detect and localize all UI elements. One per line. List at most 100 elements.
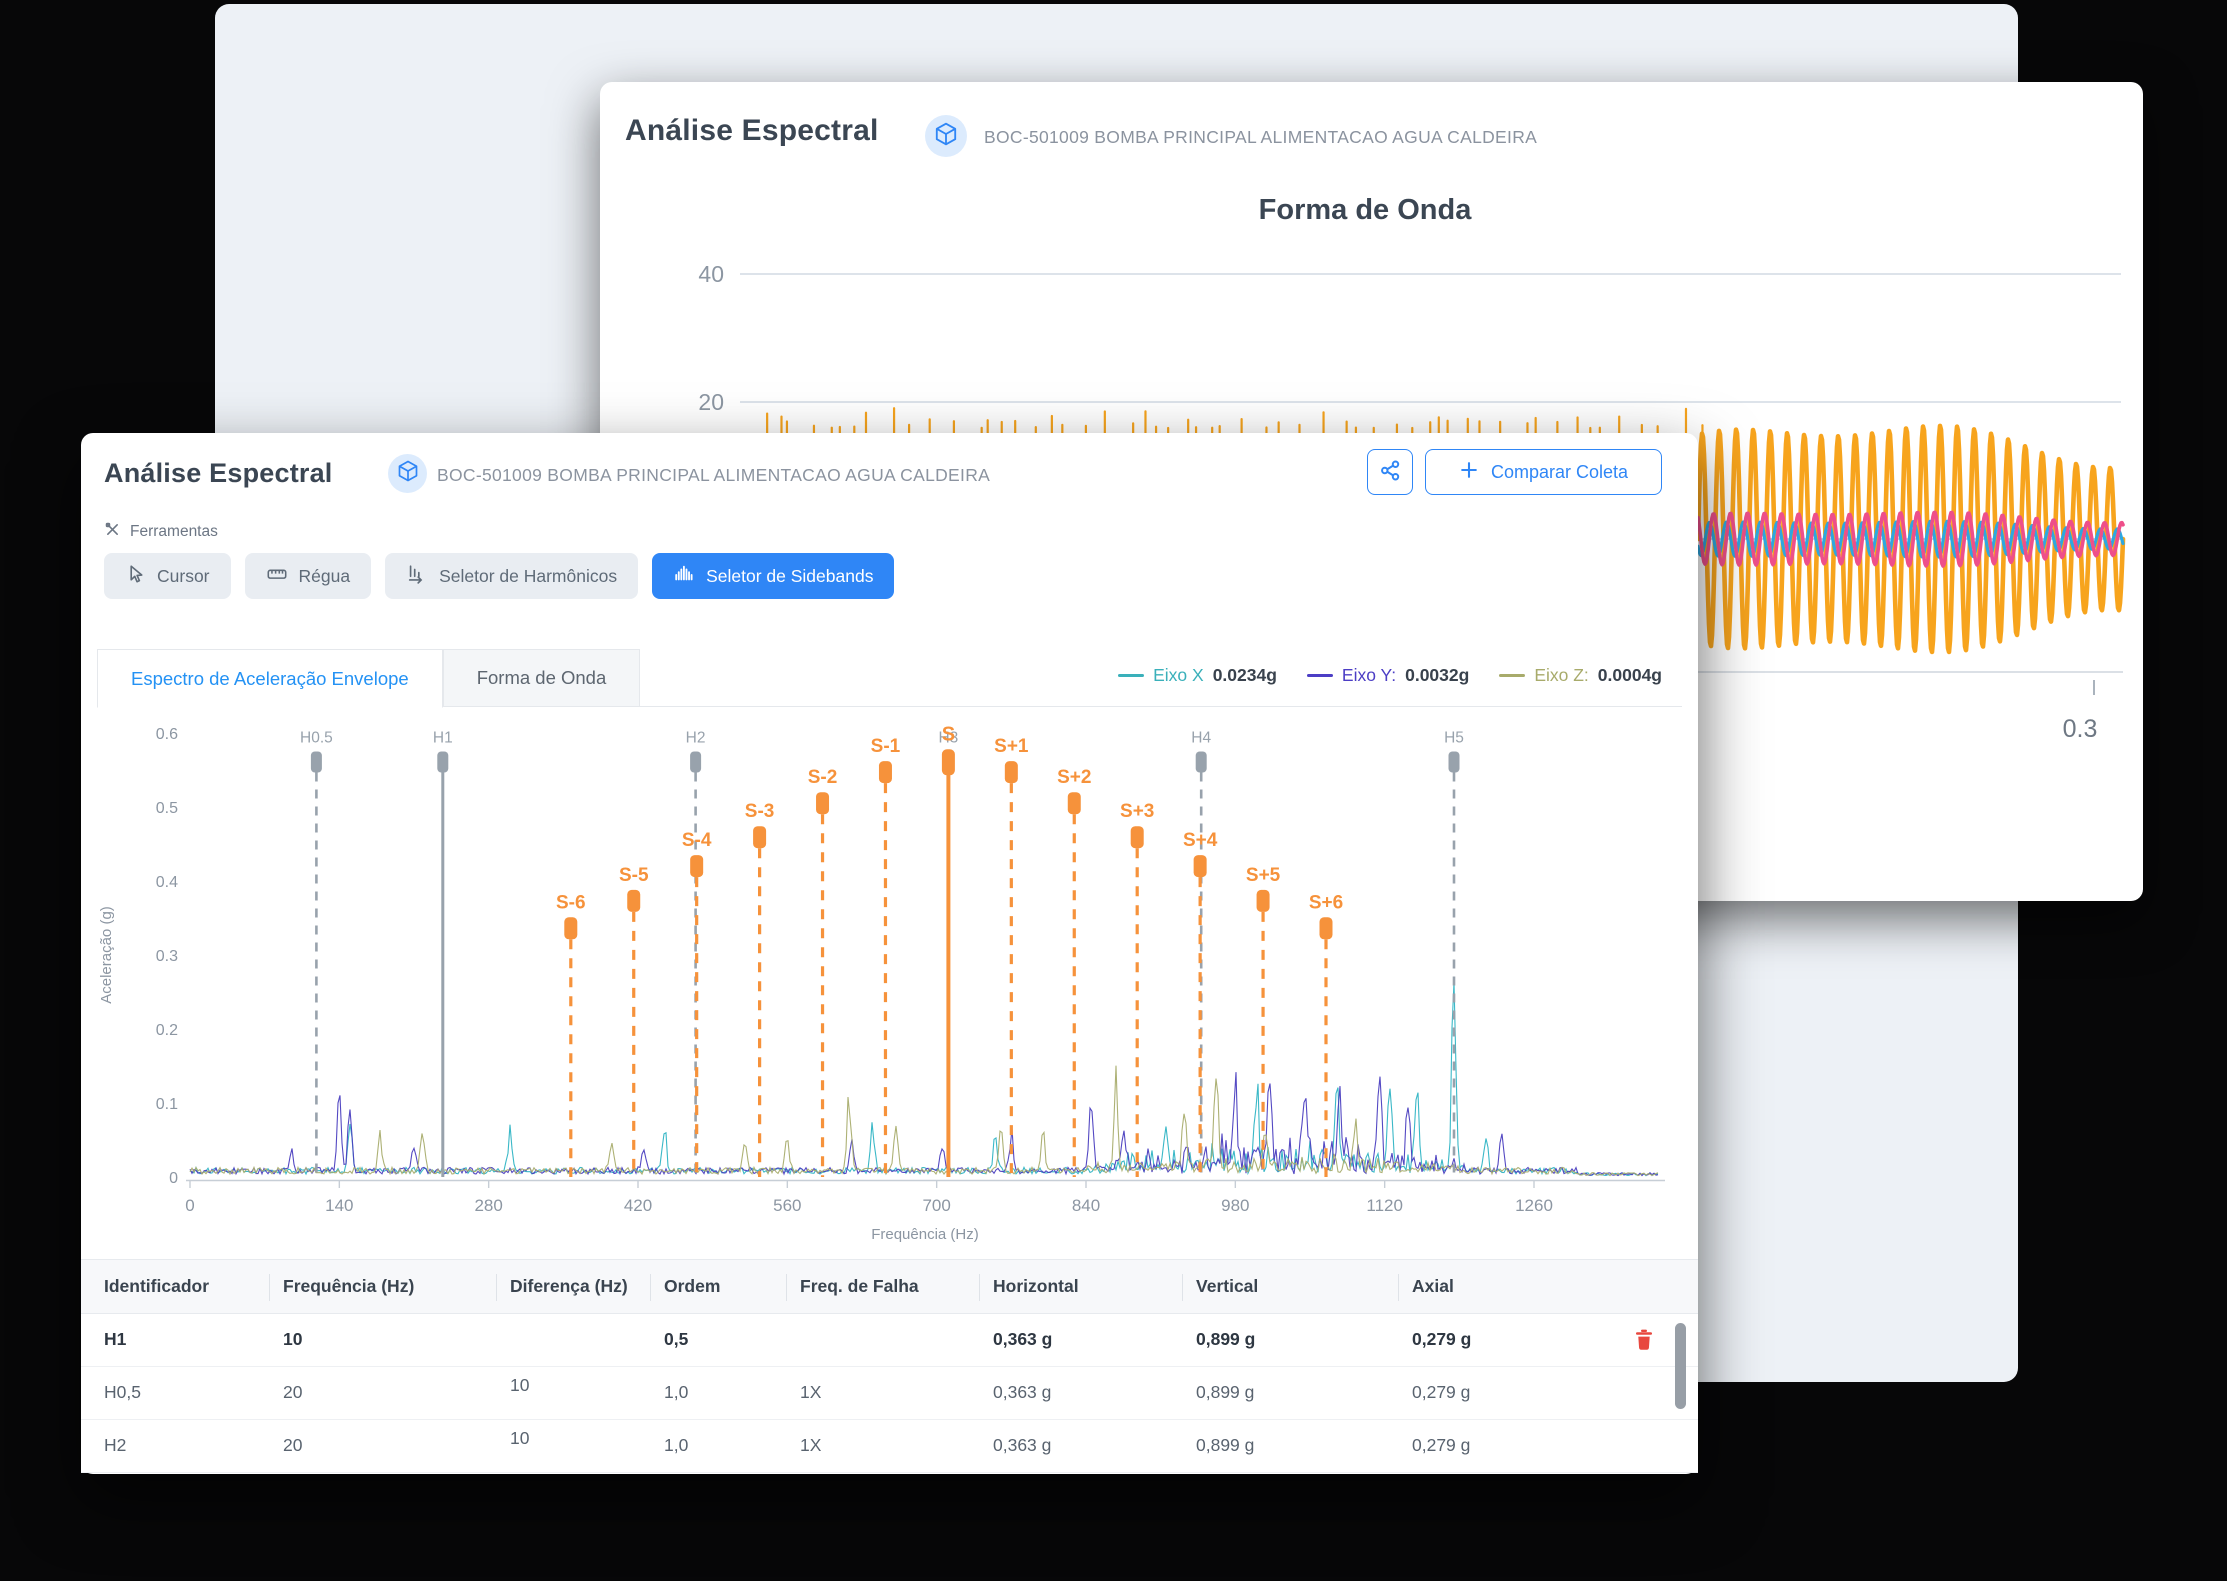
cell-5: 0,363 g: [993, 1435, 1052, 1455]
table-row-h1[interactable]: H1 10 0,5 0,363 g 0,899 g 0,279 g: [81, 1314, 1698, 1367]
page-title: Análise Espectral: [104, 458, 333, 488]
asset-badge: [925, 115, 967, 157]
svg-text:980: 980: [1221, 1196, 1249, 1215]
svg-text:Frequência (Hz): Frequência (Hz): [871, 1226, 979, 1243]
svg-text:S-4: S-4: [682, 830, 712, 851]
col-frequencia: Frequência (Hz): [283, 1276, 415, 1296]
svg-text:0: 0: [185, 1196, 194, 1215]
svg-text:0.1: 0.1: [156, 1096, 178, 1113]
tools-icon: [104, 521, 121, 543]
harmonic-marker-h1[interactable]: H1: [433, 730, 453, 1178]
cell-0: H0,5: [104, 1382, 141, 1402]
legend-label: Eixo Z:: [1534, 665, 1589, 685]
harmonic-marker-h4[interactable]: H4: [1191, 730, 1211, 1178]
sideband-marker-sp6[interactable]: S+6: [1309, 892, 1343, 1177]
table-header-row: Identificador Frequência (Hz) Diferença …: [81, 1259, 1698, 1314]
sidebands-icon: [673, 563, 695, 590]
legend-label: Eixo Y:: [1341, 665, 1397, 685]
sideband-marker-sp3[interactable]: S+3: [1120, 801, 1154, 1177]
svg-text:S-1: S-1: [871, 736, 901, 757]
legend-value: 0.0234g: [1212, 665, 1277, 685]
cursor-icon: [125, 563, 146, 589]
tool-harmonics-button[interactable]: Seletor de Harmônicos: [385, 553, 639, 599]
table-row-h0_5[interactable]: H0,5 20 10 1,0 1X 0,363 g 0,899 g 0,279 g: [81, 1367, 1698, 1420]
cell-5: 0,363 g: [993, 1382, 1052, 1402]
legend-value: 0.0004g: [1597, 665, 1662, 685]
cell-2: 10: [510, 1375, 530, 1395]
svg-text:1260: 1260: [1515, 1196, 1553, 1215]
col-horizontal: Horizontal: [993, 1276, 1079, 1296]
svg-text:S-2: S-2: [808, 767, 838, 788]
cell-2: 10: [510, 1428, 530, 1448]
sideband-marker-sp1[interactable]: S+1: [994, 736, 1029, 1177]
sideband-marker-sp5[interactable]: S+5: [1246, 865, 1281, 1177]
legend-item-eixo-z[interactable]: Eixo Z: 0.0004g: [1499, 665, 1662, 686]
spectrum-axes: 0 140 280 420 560 700 840 980 1120 1260 0 0.1 0.2 0.3…: [98, 726, 1665, 1243]
svg-text:Aceleração (g): Aceleração (g): [98, 906, 115, 1004]
harmonic-marker-h3[interactable]: H3: [938, 730, 958, 1178]
sideband-marker-sm3[interactable]: S-3: [745, 801, 775, 1177]
sideband-marker-sm5[interactable]: S-5: [619, 865, 649, 1177]
sideband-marker-sm2[interactable]: S-2: [808, 767, 838, 1177]
cell-3: 1,0: [664, 1435, 689, 1455]
sideband-marker-center[interactable]: S: [942, 723, 955, 1177]
svg-text:0.3: 0.3: [2063, 715, 2098, 743]
col-vertical: Vertical: [1196, 1276, 1259, 1296]
toolbar: Cursor Régua Seletor de Harmônicos Selet…: [104, 553, 895, 599]
asset-badge: [388, 454, 427, 493]
background-asset-tag: BOC-501009 BOMBA PRINCIPAL ALIMENTACAO A…: [984, 127, 1538, 147]
col-diferenca: Diferença (Hz): [510, 1276, 628, 1296]
legend-item-eixo-y[interactable]: Eixo Y: 0.0032g: [1306, 665, 1470, 686]
tab-forma-de-onda[interactable]: Forma de Onda: [442, 649, 641, 707]
svg-text:S+3: S+3: [1120, 801, 1154, 822]
harmonic-marker-h5[interactable]: H5: [1444, 730, 1464, 1178]
svg-text:140: 140: [325, 1196, 353, 1215]
table-scrollbar[interactable]: [1675, 1323, 1686, 1409]
waveform-chart-title: Forma de Onda: [1258, 194, 1472, 226]
tool-sidebands-label: Seletor de Sidebands: [706, 565, 874, 586]
sideband-marker-sp4[interactable]: S+4: [1183, 830, 1218, 1177]
tool-cursor-label: Cursor: [157, 565, 210, 586]
plus-icon: [1459, 460, 1479, 485]
tab-espectro-aceleracao-envelope[interactable]: Espectro de Aceleração Envelope: [97, 649, 443, 708]
orange-wave: [1695, 423, 2126, 655]
sideband-marker-sm1[interactable]: S-1: [871, 736, 901, 1177]
screenshot-stage: Análise Espectral BOC-501009 BOMBA PRINC…: [0, 0, 2227, 1581]
svg-text:S+5: S+5: [1246, 865, 1281, 886]
legend-value: 0.0032g: [1405, 665, 1470, 685]
cell-0: H1: [104, 1329, 127, 1349]
svg-text:40: 40: [698, 261, 724, 287]
col-axial: Axial: [1412, 1276, 1454, 1296]
sideband-marker-sm6[interactable]: S-6: [556, 892, 586, 1177]
cell-6: 0,899 g: [1196, 1382, 1255, 1402]
compare-collection-button[interactable]: Comparar Coleta: [1425, 449, 1662, 495]
spectrum-trace-eixo-y: [189, 1072, 1659, 1177]
markers-table: Identificador Frequência (Hz) Diferença …: [81, 1259, 1698, 1474]
compare-collection-label: Comparar Coleta: [1490, 461, 1629, 482]
svg-text:H5: H5: [1444, 730, 1464, 747]
harmonic-marker-h2[interactable]: H2: [686, 730, 706, 1178]
tools-label: Ferramentas: [130, 523, 218, 540]
delete-marker-button[interactable]: [1631, 1327, 1657, 1353]
share-button[interactable]: [1367, 449, 1413, 495]
legend-dash-icon: [1306, 674, 1333, 677]
ruler-icon: [266, 563, 288, 590]
svg-text:S-6: S-6: [556, 892, 586, 913]
svg-text:S-3: S-3: [745, 801, 775, 822]
table-row-h2[interactable]: H2 20 10 1,0 1X 0,363 g 0,899 g 0,279 g: [81, 1420, 1698, 1473]
svg-text:H2: H2: [686, 730, 706, 747]
tools-section-label: Ferramentas: [104, 521, 218, 543]
tool-cursor-button[interactable]: Cursor: [104, 553, 231, 599]
harmonic-marker-h0_5[interactable]: H0.5: [300, 730, 333, 1178]
tool-ruler-button[interactable]: Régua: [244, 553, 372, 599]
legend-item-eixo-x[interactable]: Eixo X 0.0234g: [1118, 665, 1277, 686]
svg-text:0.3: 0.3: [156, 948, 178, 965]
sideband-marker-sp2[interactable]: S+2: [1057, 767, 1091, 1177]
svg-text:0.2: 0.2: [156, 1022, 178, 1039]
sideband-marker-sm4[interactable]: S-4: [682, 830, 712, 1177]
svg-text:1120: 1120: [1366, 1196, 1403, 1215]
cell-4: 1X: [800, 1435, 822, 1455]
harmonics-icon: [406, 563, 428, 590]
legend-dash-icon: [1118, 674, 1145, 677]
tool-sidebands-button[interactable]: Seletor de Sidebands: [652, 553, 895, 599]
